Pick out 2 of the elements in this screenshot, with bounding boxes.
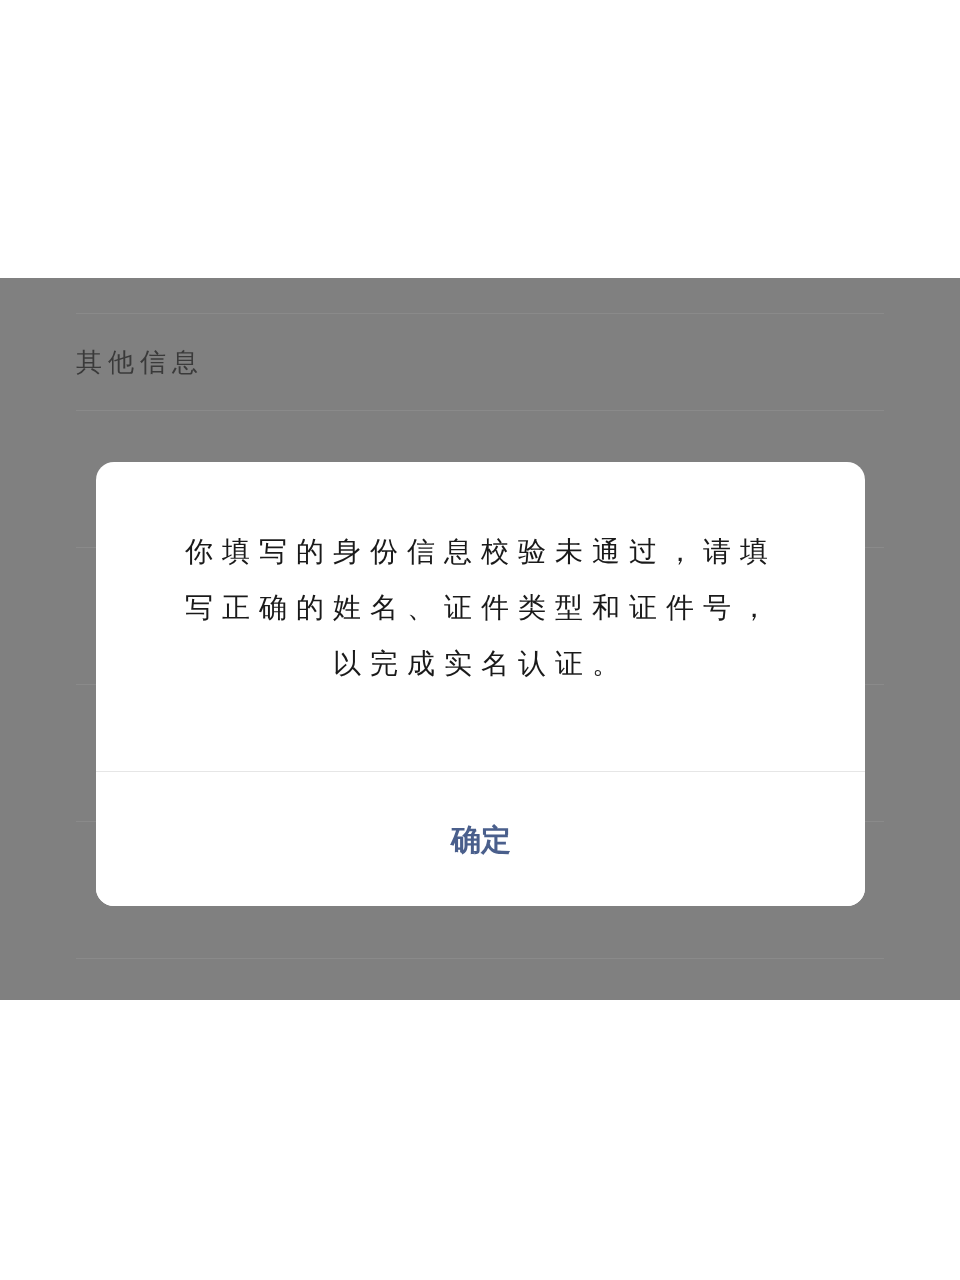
dialog-message: 你填写的身份信息校验未通过，请填写正确的姓名、证件类型和证件号，以完成实名认证。 [183, 534, 778, 682]
section-label: 其他信息 [76, 345, 204, 379]
